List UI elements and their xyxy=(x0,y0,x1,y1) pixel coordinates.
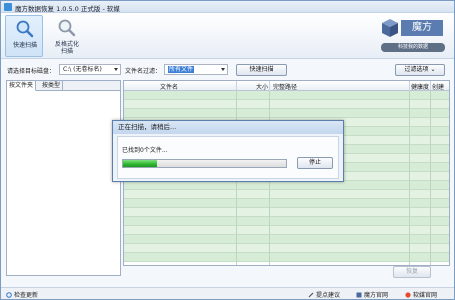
deep-scan-tab-button[interactable]: 反格式化 扫描 xyxy=(48,15,86,57)
progress-fill xyxy=(123,160,158,167)
toolbar: 请选择目标磁盘： C:\ (无卷标名) 文件名过滤： 所有文件 快速扫描 过滤选… xyxy=(1,60,454,77)
scan-status-text: 已找到0个文件... xyxy=(122,147,168,154)
table-row xyxy=(124,181,449,190)
disk-select-value: C:\ (无卷标名) xyxy=(63,66,102,73)
ruanmei-site-link[interactable]: 软媒官网 xyxy=(405,290,437,299)
dialog-body: 已找到0个文件... 停止 xyxy=(117,136,339,179)
filter-options-button[interactable]: 过滤选项 ⌄ xyxy=(395,64,445,76)
table-row xyxy=(124,226,449,235)
column-divider xyxy=(430,81,431,91)
quick-scan-tab-button[interactable]: 快速扫描 xyxy=(5,15,43,57)
brand-logo: 魔方 科技我的数据 xyxy=(379,16,447,56)
deep-scan-label: 反格式化 扫描 xyxy=(48,41,86,55)
column-created[interactable]: 创建 xyxy=(432,82,444,91)
app-window: 魔方数据恢复 1.0.5.0 正式版 - 软媒 快速扫描 反格式化扫描 魔方 xyxy=(0,0,455,300)
table-row xyxy=(124,199,449,208)
table-row xyxy=(124,109,449,118)
suggestion-link[interactable]: 提点建议 xyxy=(308,290,340,299)
quick-scan-label: 快速扫描 xyxy=(12,42,37,49)
column-path[interactable]: 完整路径 xyxy=(273,82,297,91)
column-health[interactable]: 健康度 xyxy=(411,82,429,91)
table-row xyxy=(124,91,449,100)
scan-button[interactable]: 快速扫描 xyxy=(236,64,287,76)
table-row xyxy=(124,235,449,244)
check-update-label: 检查更新 xyxy=(14,292,39,299)
suggestion-label: 提点建议 xyxy=(316,292,341,299)
tab-by-type[interactable]: 按类型 xyxy=(40,81,64,91)
mofang-site-label: 魔方官网 xyxy=(364,292,389,299)
table-row xyxy=(124,217,449,226)
logo-text: 魔方 xyxy=(401,20,443,36)
scan-progress-bar xyxy=(122,159,287,168)
magnifier-icon xyxy=(16,20,34,38)
filter-select-value: 所有文件 xyxy=(168,66,195,73)
cube-icon xyxy=(356,292,362,298)
filter-options-label: 过滤选项 xyxy=(404,66,429,73)
table-row xyxy=(124,100,449,109)
magnifier-icon xyxy=(58,19,76,37)
column-size[interactable]: 大小 xyxy=(256,82,268,91)
ribbon: 快速扫描 反格式化 扫描 魔方 科技我的数据 xyxy=(1,13,454,59)
pencil-icon xyxy=(308,292,314,298)
deep-scan-label-line2: 扫描 xyxy=(60,48,73,55)
tab-by-folder[interactable]: 按文件夹 xyxy=(7,81,37,91)
scan-progress-dialog: 正在扫描，请稍后... 已找到0个文件... 停止 xyxy=(112,120,344,182)
column-divider xyxy=(269,81,270,91)
table-row xyxy=(124,208,449,217)
title-bar: 魔方数据恢复 1.0.5.0 正式版 - 软媒 xyxy=(1,1,454,13)
chevron-down-icon xyxy=(221,68,225,71)
folder-tree-panel[interactable]: 按文件夹 按类型 xyxy=(6,80,121,276)
disk-label: 请选择目标磁盘： xyxy=(7,68,56,75)
status-bar: 检查更新 提点建议 魔方官网 软媒官网 xyxy=(1,287,454,299)
recover-button[interactable]: 恢复 xyxy=(393,266,431,278)
mofang-site-link[interactable]: 魔方官网 xyxy=(356,290,388,299)
table-row xyxy=(124,253,449,262)
filter-label: 文件名过滤： xyxy=(125,68,162,75)
column-divider xyxy=(236,81,237,91)
cube-logo-icon xyxy=(382,19,398,37)
stop-button[interactable]: 停止 xyxy=(297,157,333,169)
check-update-link[interactable]: 检查更新 xyxy=(6,290,38,299)
left-panel-tabs: 按文件夹 按类型 xyxy=(7,81,120,91)
disk-select[interactable]: C:\ (无卷标名) xyxy=(59,64,121,75)
grid-line xyxy=(409,91,410,265)
ruanmei-site-label: 软媒官网 xyxy=(413,292,438,299)
chevron-down-icon xyxy=(114,68,118,71)
column-divider xyxy=(409,81,410,91)
refresh-icon xyxy=(6,292,12,298)
ruanmei-logo-icon xyxy=(405,292,411,298)
grid-line xyxy=(430,91,431,265)
window-title: 魔方数据恢复 1.0.5.0 正式版 - 软媒 xyxy=(15,5,120,13)
table-row xyxy=(124,244,449,253)
table-row xyxy=(124,190,449,199)
dialog-title: 正在扫描，请稍后... xyxy=(113,121,343,134)
logo-slogan: 科技我的数据 xyxy=(381,43,445,52)
app-icon xyxy=(4,3,12,11)
chevron-down-icon: ⌄ xyxy=(430,66,436,73)
filter-select[interactable]: 所有文件 xyxy=(164,64,228,75)
deep-scan-label-line1: 反格式化 xyxy=(54,41,79,48)
column-filename[interactable]: 文件名 xyxy=(160,82,178,91)
list-header: 文件名 大小 完整路径 健康度 创建 xyxy=(124,81,449,91)
